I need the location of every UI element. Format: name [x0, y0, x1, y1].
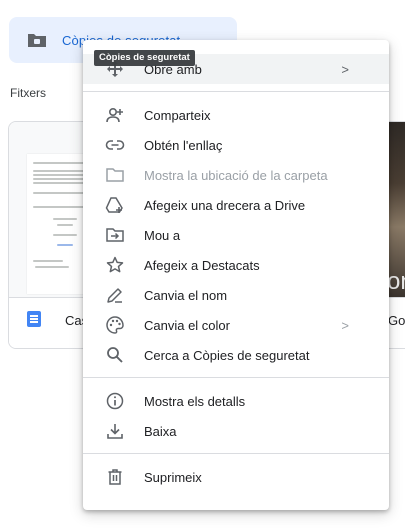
palette-icon	[105, 315, 125, 335]
menu-item-add-shortcut[interactable]: Afegeix una drecera a Drive	[83, 190, 389, 220]
menu-item-search-in-folder[interactable]: Cerca a Còpies de seguretat	[83, 340, 389, 370]
menu-item-remove[interactable]: Suprimeix	[83, 462, 389, 492]
section-heading-files: Fitxers	[10, 86, 46, 100]
menu-item-label: Mostra la ubicació de la carpeta	[144, 167, 328, 183]
menu-item-change-color[interactable]: Canvia el color >	[83, 310, 389, 340]
folder-outline-icon	[105, 165, 125, 185]
menu-item-label: Mou a	[144, 227, 181, 243]
link-icon	[105, 135, 125, 155]
menu-item-label: Comparteix	[144, 107, 211, 123]
info-icon	[105, 391, 125, 411]
folder-icon	[27, 32, 47, 48]
menu-item-label: Afegeix a Destacats	[144, 257, 260, 273]
menu-item-rename[interactable]: Canvia el nom	[83, 280, 389, 310]
menu-item-move-to[interactable]: Mou a	[83, 220, 389, 250]
google-docs-icon	[27, 311, 41, 327]
menu-item-view-details[interactable]: Mostra els detalls	[83, 386, 389, 416]
menu-item-label: Cerca a Còpies de seguretat	[144, 347, 310, 363]
menu-item-get-link[interactable]: Obtén l'enllaç	[83, 130, 389, 160]
menu-item-share[interactable]: Comparteix	[83, 100, 389, 130]
menu-item-label: Canvia el nom	[144, 287, 228, 303]
tooltip: Còpies de seguretat	[94, 50, 195, 66]
menu-divider	[83, 453, 389, 454]
menu-item-label: Baixa	[144, 423, 177, 439]
person-add-icon	[105, 105, 125, 125]
menu-item-label: Canvia el color	[144, 317, 230, 333]
menu-item-add-to-starred[interactable]: Afegeix a Destacats	[83, 250, 389, 280]
context-menu: Obre amb > Comparteix Obtén l'enllaç Mos…	[83, 40, 389, 510]
thumbnail-text: on	[387, 268, 405, 295]
submenu-arrow-icon: >	[341, 317, 349, 333]
search-icon	[105, 345, 125, 365]
file-name: Goo	[388, 313, 405, 328]
download-icon	[105, 421, 125, 441]
menu-item-show-folder-location[interactable]: Mostra la ubicació de la carpeta	[83, 160, 389, 190]
add-to-drive-icon	[105, 195, 125, 215]
star-icon	[105, 255, 125, 275]
menu-divider	[83, 91, 389, 92]
trash-icon	[105, 467, 125, 487]
menu-item-label: Mostra els detalls	[144, 393, 246, 409]
menu-item-download[interactable]: Baixa	[83, 416, 389, 446]
menu-item-label: Afegeix una drecera a Drive	[144, 197, 306, 213]
pencil-icon	[105, 285, 125, 305]
menu-item-label: Obtén l'enllaç	[144, 137, 223, 153]
submenu-arrow-icon: >	[341, 61, 349, 77]
menu-divider	[83, 377, 389, 378]
move-to-folder-icon	[105, 225, 125, 245]
menu-item-label: Suprimeix	[144, 469, 202, 485]
